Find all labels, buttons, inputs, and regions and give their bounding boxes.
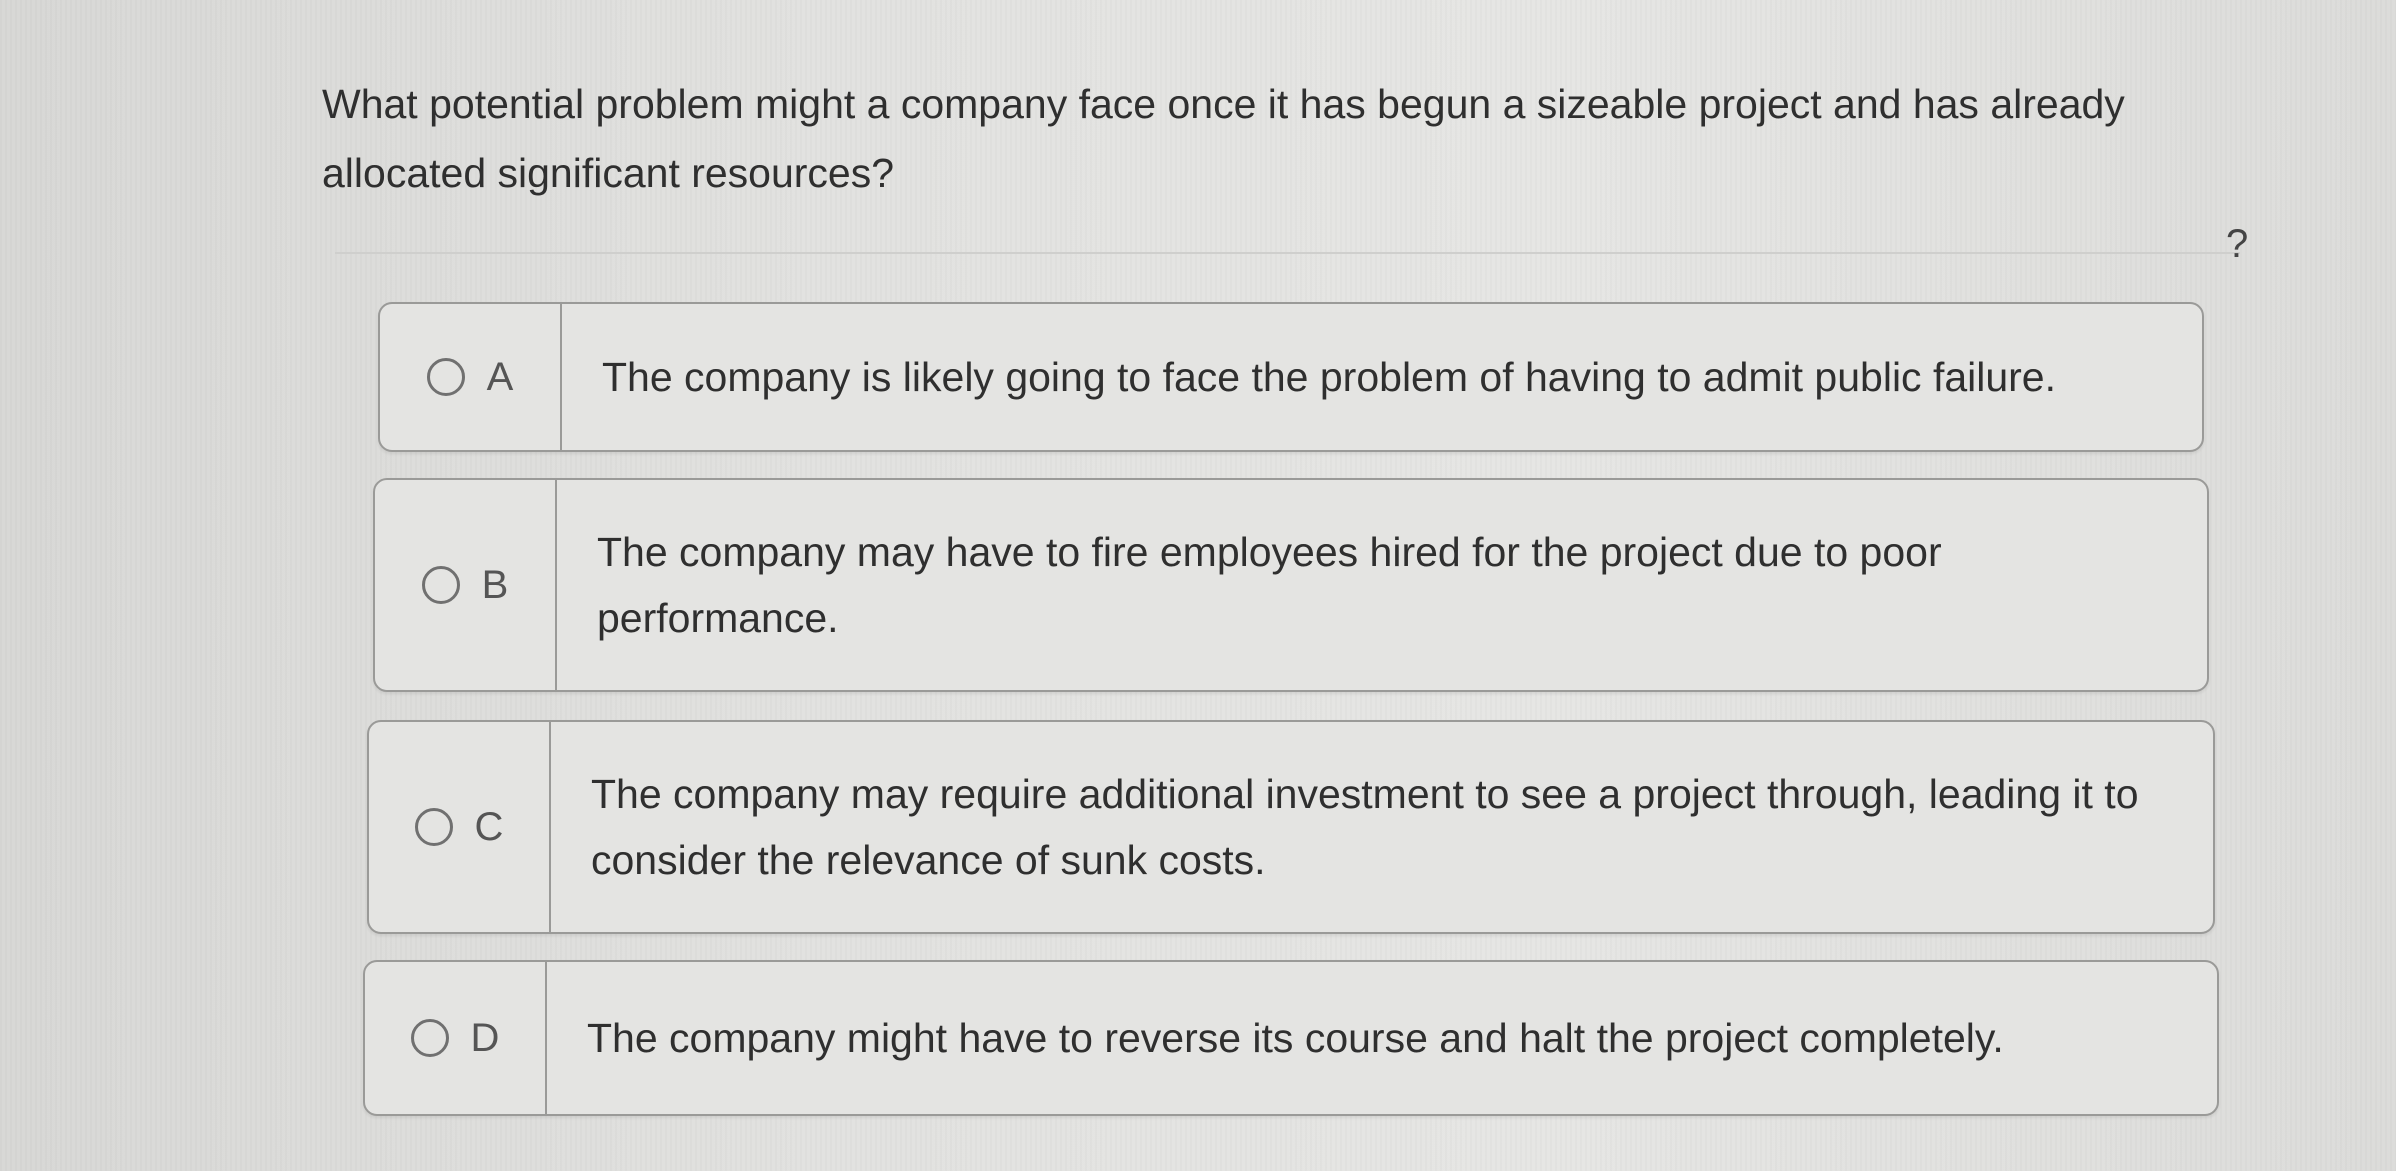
radio-button-d[interactable] (410, 1019, 449, 1057)
help-icon[interactable]: ? (2226, 222, 2248, 267)
question-text: What potential problem might a company f… (322, 81, 2125, 196)
option-text-c: The company may require additional inves… (591, 771, 2139, 883)
radio-button-a[interactable] (426, 358, 465, 396)
option-text-d: The company might have to reverse its co… (587, 1015, 2004, 1061)
option-selector-d[interactable]: D (365, 962, 547, 1114)
option-selector-c[interactable]: C (369, 722, 551, 932)
radio-button-c[interactable] (414, 808, 453, 846)
answer-option-d[interactable]: D The company might have to reverse its … (363, 960, 2219, 1116)
quiz-screen: What potential problem might a company f… (0, 0, 2396, 1171)
option-text-b: The company may have to fire employees h… (597, 529, 1942, 641)
option-selector-b[interactable]: B (375, 480, 557, 690)
answer-option-a[interactable]: A The company is likely going to face th… (378, 302, 2204, 452)
option-letter-d: D (470, 1015, 500, 1060)
radio-button-b[interactable] (421, 566, 460, 604)
answer-option-b[interactable]: B The company may have to fire employees… (373, 478, 2209, 692)
option-selector-a[interactable]: A (380, 304, 562, 450)
divider (335, 252, 2240, 254)
option-letter-b: B (481, 562, 509, 607)
answer-option-c[interactable]: C The company may require additional inv… (367, 720, 2215, 934)
option-letter-a: A (486, 354, 514, 399)
option-letter-c: C (474, 804, 504, 849)
option-text-a: The company is likely going to face the … (602, 354, 2056, 400)
